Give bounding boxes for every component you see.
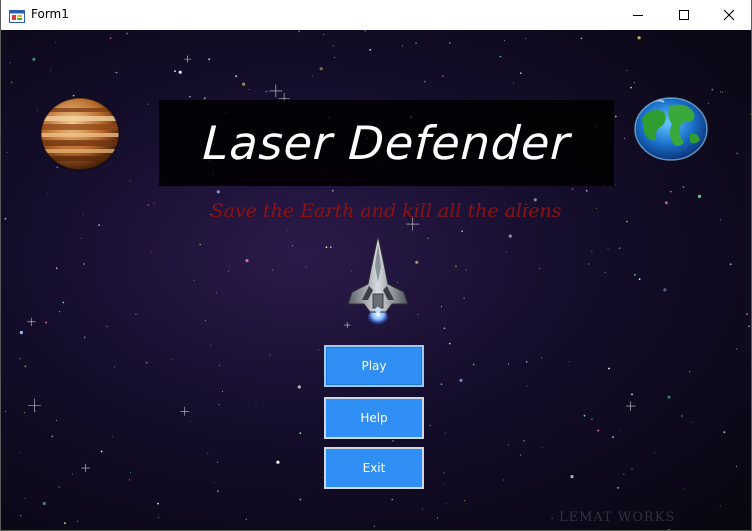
minimize-button[interactable] [615, 0, 661, 30]
spaceship-image [347, 235, 409, 327]
jupiter-planet-image [40, 97, 120, 171]
title-bar[interactable]: Form1 [1, 0, 751, 30]
game-menu-screen: Laser Defender Save the Earth and kill a… [1, 30, 751, 530]
minimize-icon [633, 15, 643, 16]
play-button[interactable]: Play [324, 345, 424, 387]
watermark-text: LEMAT WORKS [559, 510, 676, 525]
window-title: Form1 [31, 7, 69, 21]
maximize-button[interactable] [661, 0, 707, 30]
help-button[interactable]: Help [324, 397, 424, 439]
game-tagline: Save the Earth and kill all the aliens [210, 200, 562, 222]
game-title: Laser Defender [201, 116, 572, 170]
maximize-icon [679, 10, 689, 20]
app-window: Form1 Laser Defender Save the Earth and … [0, 0, 752, 531]
exit-button[interactable]: Exit [324, 447, 424, 489]
title-panel: Laser Defender [159, 100, 614, 186]
earth-planet-image [634, 97, 708, 161]
app-icon [9, 10, 25, 23]
close-icon [723, 9, 735, 21]
close-button[interactable] [706, 0, 751, 30]
